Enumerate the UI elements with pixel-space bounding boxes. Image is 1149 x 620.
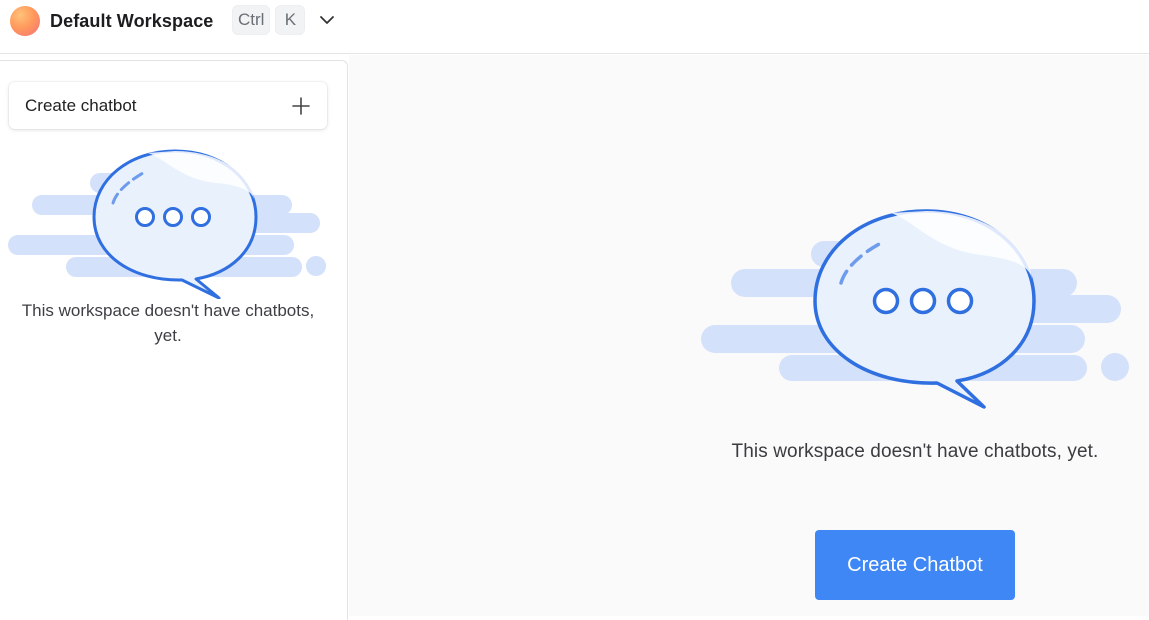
plus-icon[interactable] (291, 96, 311, 116)
chat-bubble-illustration (8, 149, 326, 299)
workspace-name: Default Workspace (50, 10, 214, 31)
main-content: This workspace doesn't have chatbots, ye… (349, 55, 1149, 616)
chat-bubble-illustration-large (701, 209, 1129, 409)
kbd-k: K (275, 5, 306, 35)
kbd-ctrl: Ctrl (232, 5, 271, 35)
top-bar: Default Workspace Ctrl K (0, 0, 1149, 54)
sidebar: Create chatbot This workspace doesn't ha… (0, 60, 348, 620)
create-chatbot-label: Create chatbot (25, 95, 137, 115)
create-chatbot-button[interactable]: Create Chatbot (815, 530, 1015, 600)
workspace-switcher[interactable]: Default Workspace (8, 4, 213, 38)
sidebar-empty-message: This workspace doesn't have chatbots, ye… (21, 301, 315, 345)
shortcut-hint: Ctrl K (232, 5, 306, 35)
workspace-avatar (10, 6, 40, 36)
create-chatbot-item[interactable]: Create chatbot (9, 82, 327, 129)
main-empty-message: This workspace doesn't have chatbots, ye… (731, 441, 1099, 462)
chevron-down-icon[interactable] (318, 11, 336, 29)
